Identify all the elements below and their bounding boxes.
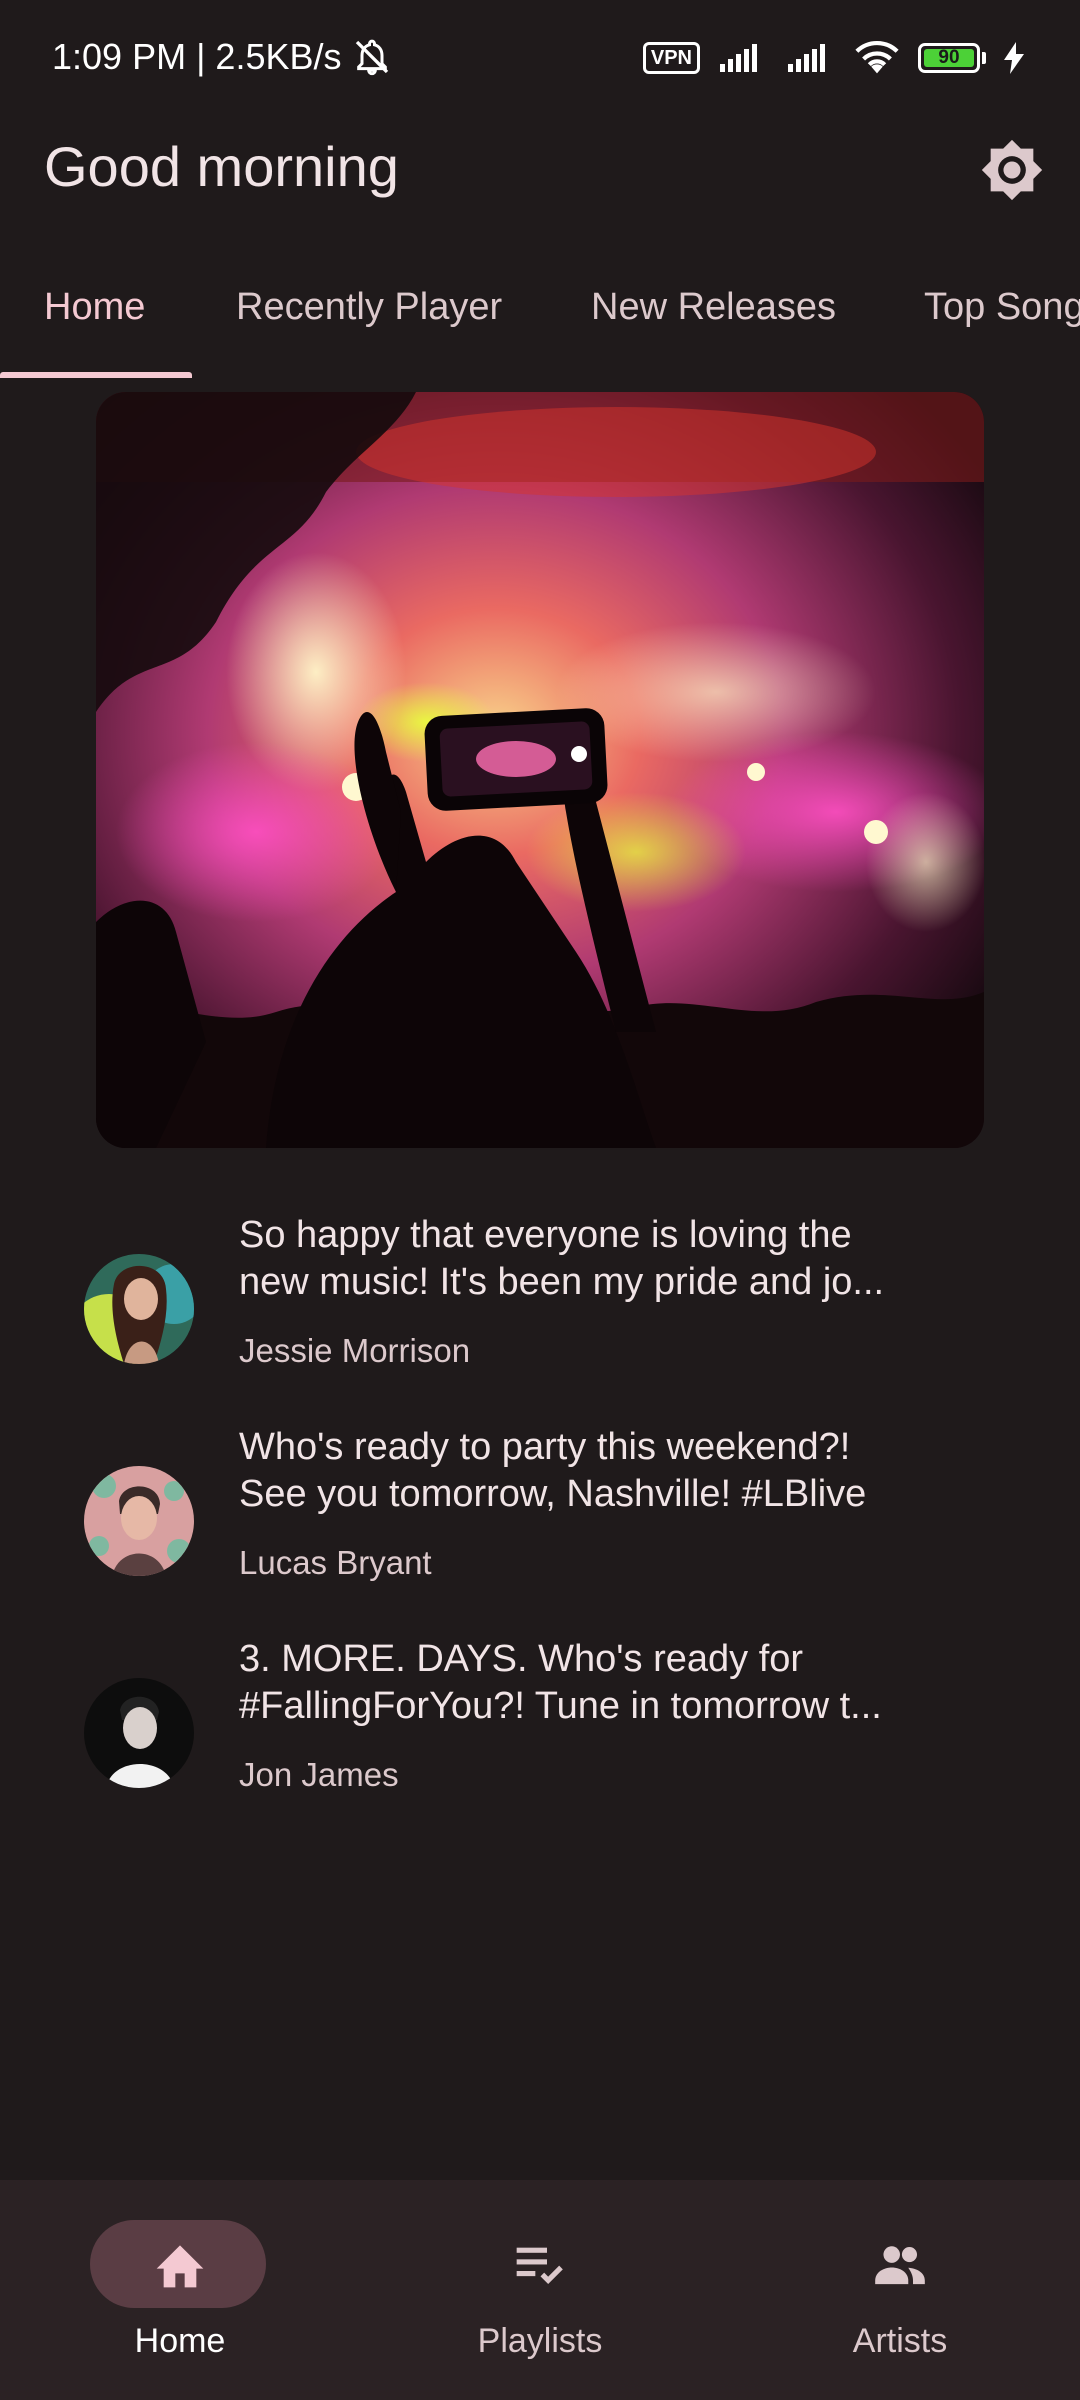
vpn-badge: VPN [642,42,700,74]
post-text: 3. MORE. DAYS. Who's ready for #FallingF… [239,1638,882,1727]
signal-icon [788,44,825,72]
nav-home[interactable]: Home [30,2220,330,2360]
status-right: VPN 90 [642,40,1024,76]
battery-indicator: 90 [918,43,980,73]
tab-bar: Home Recently Player New Releases Top So… [0,262,1080,378]
featured-concert-image[interactable] [96,392,984,1148]
charging-bolt-icon [1004,42,1024,74]
battery-level: 90 [938,47,960,68]
app-screen: 1:09 PM | 2.5KB/s VPN 90 Good morning Ho… [0,0,1080,2400]
post-author: Lucas Bryant [239,1544,432,1581]
post-text: Who's ready to party this weekend?! See … [239,1426,867,1515]
avatar [84,1466,194,1576]
tab-recently-played[interactable]: Recently Player [236,286,502,329]
post-text: So happy that everyone is loving the new… [239,1214,885,1303]
post-author: Jon James [239,1756,399,1793]
bottom-navigation: Home Playlists Artists [0,2180,1080,2400]
signal-icon [720,44,757,72]
tab-top-songs[interactable]: Top Songs [924,286,1080,329]
tab-new-releases[interactable]: New Releases [591,286,836,329]
status-left: 1:09 PM | 2.5KB/s [52,36,392,78]
feed-item[interactable]: 3. MORE. DAYS. Who's ready for #FallingF… [84,1636,1004,1826]
concert-photo [96,392,984,1148]
status-time-speed: 1:09 PM | 2.5KB/s [52,36,342,77]
feed-item[interactable]: So happy that everyone is loving the new… [84,1212,1004,1402]
avatar [84,1678,194,1788]
status-bar: 1:09 PM | 2.5KB/s VPN 90 [0,0,1080,120]
wifi-icon [855,40,899,74]
tab-home[interactable]: Home [44,286,145,329]
nav-playlists-label: Playlists [477,2322,603,2360]
brightness-icon [981,139,1043,201]
home-icon [156,2245,204,2288]
brightness-settings-button[interactable] [976,134,1048,206]
nav-playlists[interactable]: Playlists [390,2220,690,2360]
post-author: Jessie Morrison [239,1332,471,1369]
tab-indicator [0,372,192,378]
feed-item[interactable]: Who's ready to party this weekend?! See … [84,1424,1004,1614]
avatar [84,1254,194,1364]
bell-off-icon [355,39,388,76]
nav-home-label: Home [134,2322,226,2360]
page-title: Good morning [44,135,399,198]
nav-artists-label: Artists [852,2322,948,2360]
playlist-check-icon [516,2247,563,2284]
group-icon [875,2246,925,2285]
nav-artists[interactable]: Artists [750,2220,1050,2360]
